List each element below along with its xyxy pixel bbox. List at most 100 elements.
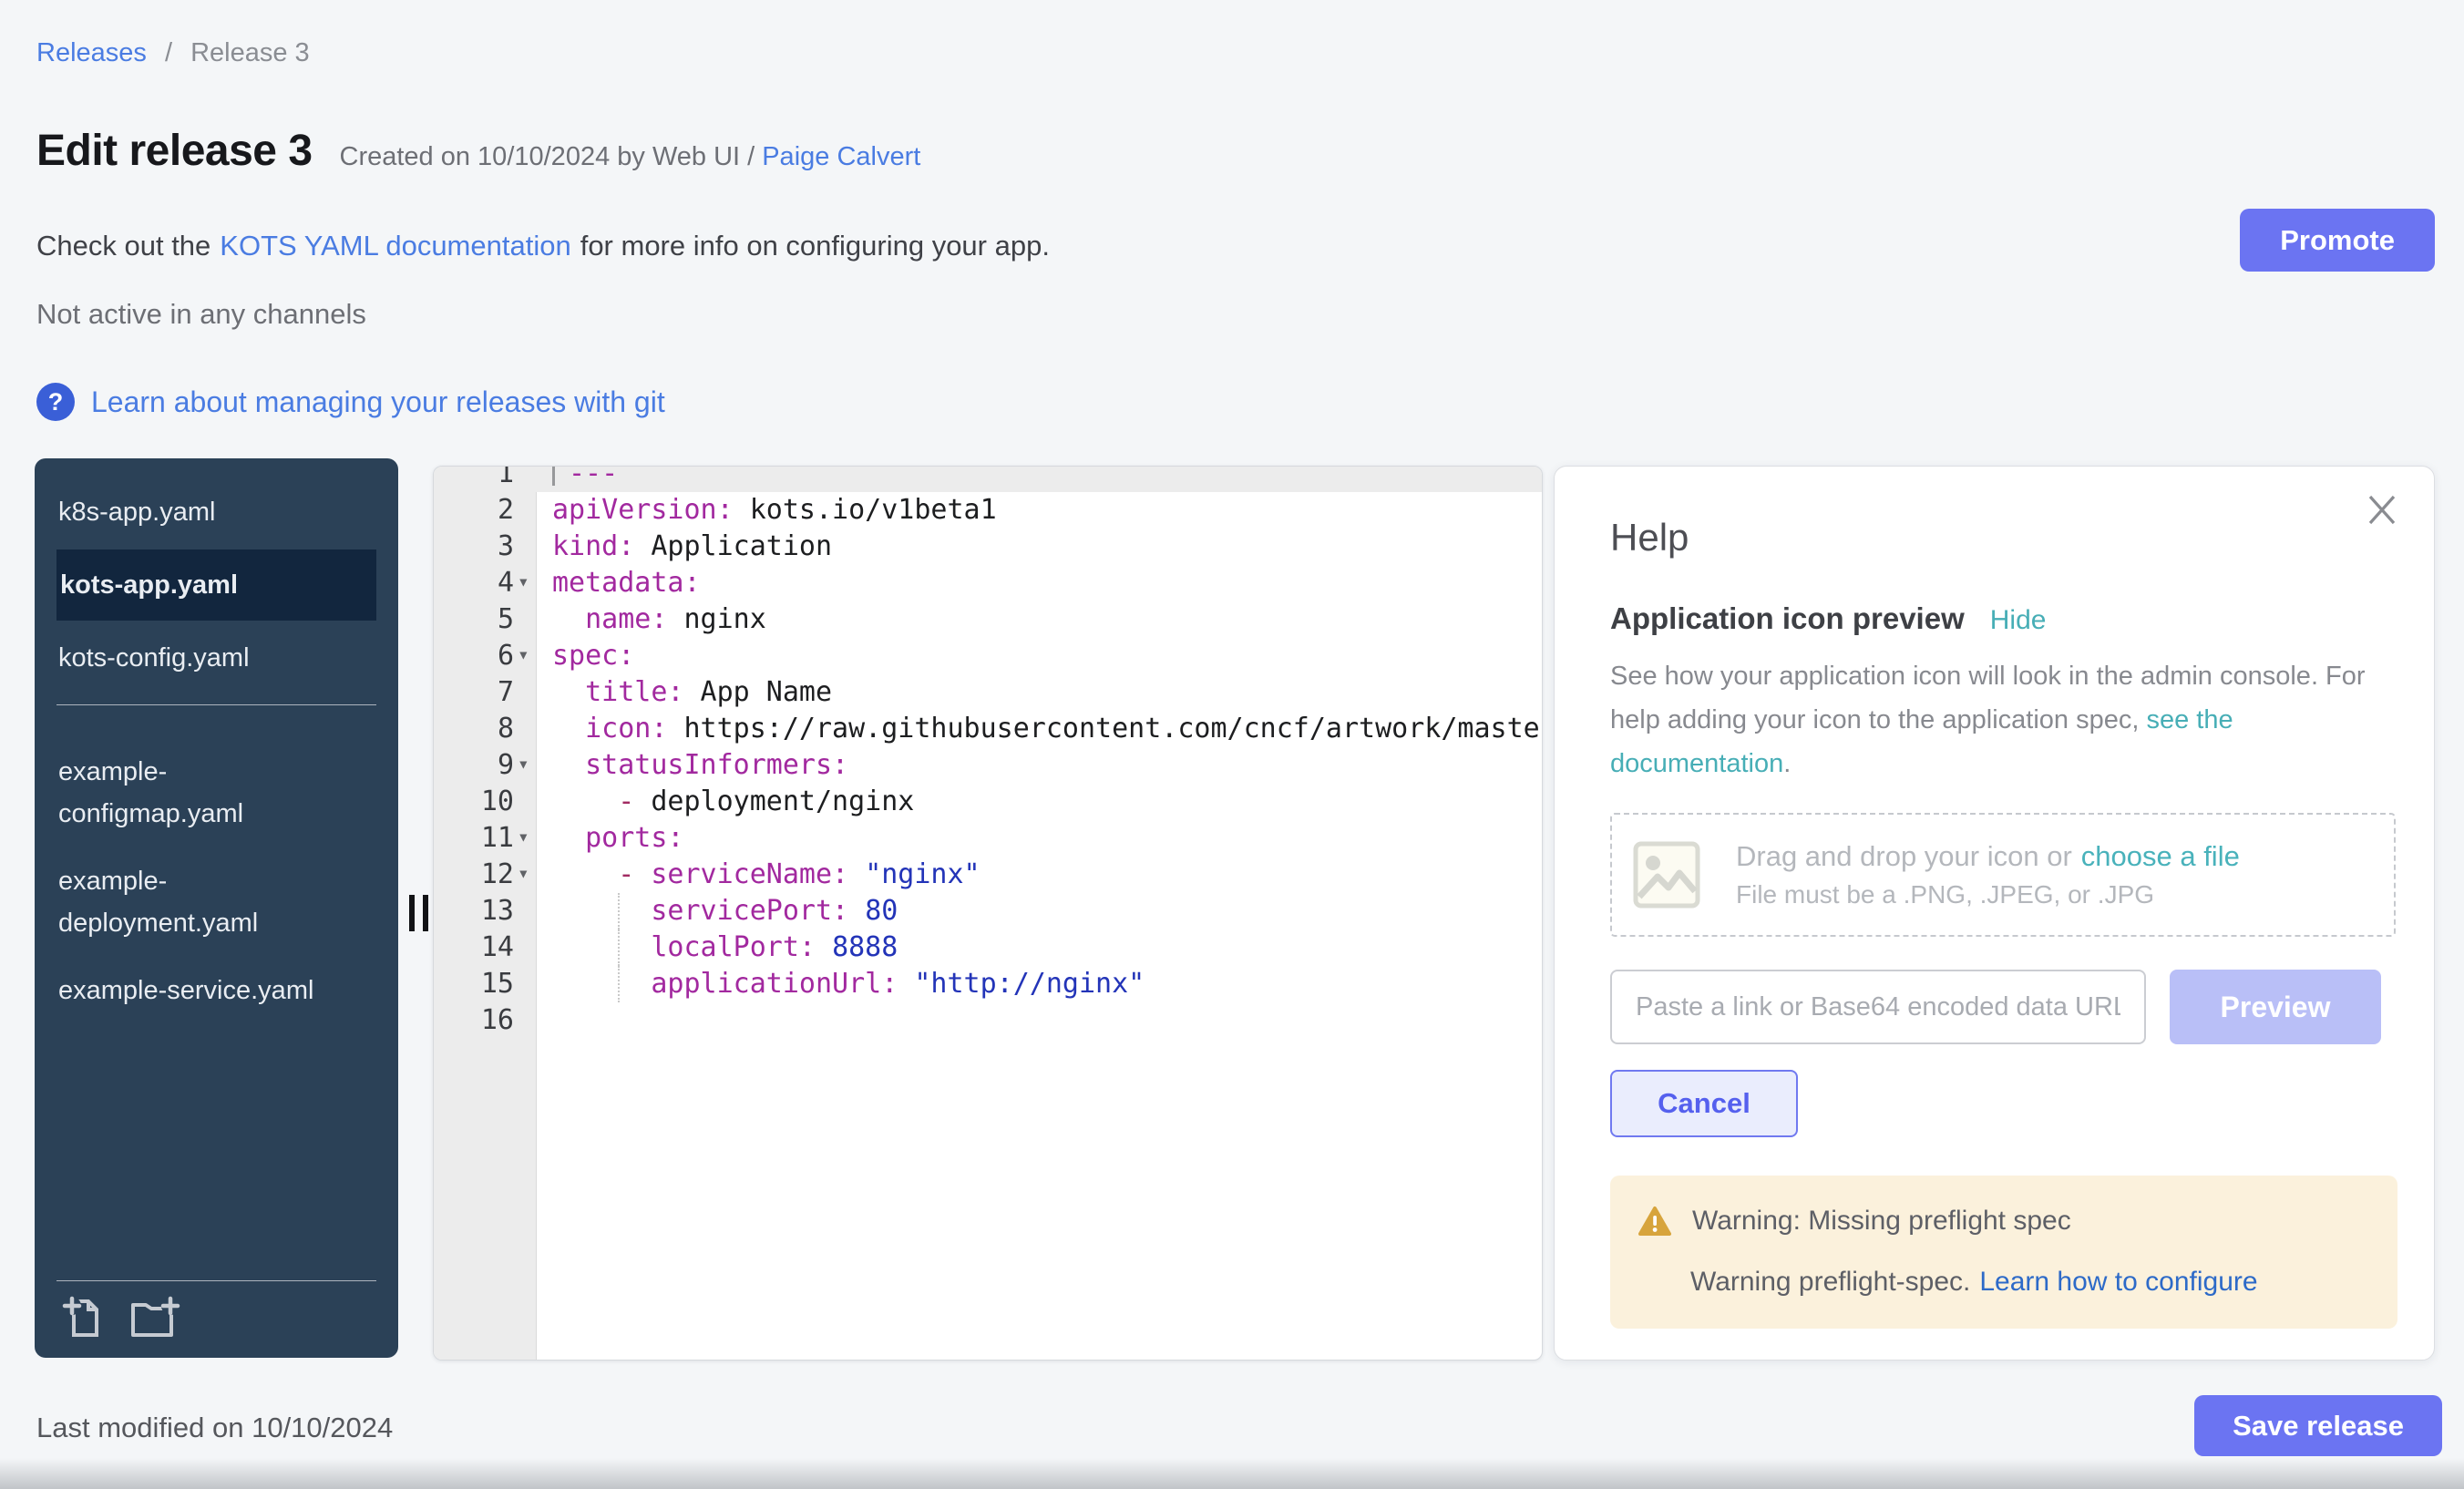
file-item-kots-config-yaml[interactable]: kots-config.yaml: [56, 624, 376, 692]
code-text: - serviceName: "nginx": [434, 857, 1542, 893]
code-line-4[interactable]: 4▾metadata:: [434, 565, 1542, 601]
code-text: localPort: 8888: [434, 929, 1542, 966]
viewport-bottom-shadow: [0, 1458, 2464, 1489]
help-title: Help: [1610, 516, 2396, 560]
dropzone-hint: File must be a .PNG, .JPEG, or .JPG: [1736, 880, 2240, 909]
page-title: Edit release 3: [36, 126, 313, 176]
line-number: 15: [434, 966, 514, 1002]
channel-status: Not active in any channels: [36, 298, 366, 331]
icon-dropzone[interactable]: Drag and drop your icon orchoose a file …: [1610, 813, 2396, 937]
file-tree-footer-divider: [56, 1280, 376, 1281]
code-line-5[interactable]: 5 name: nginx: [434, 601, 1542, 638]
file-item-label: kots-app.yaml: [60, 564, 238, 606]
icon-preview-title: Application icon preview: [1610, 601, 1965, 636]
code-line-1[interactable]: 1---: [434, 466, 1542, 492]
code-line-3[interactable]: 3kind: Application: [434, 529, 1542, 565]
file-tree-group-kots: k8s-app.yaml kots-app.yaml kots-config.yam…: [35, 458, 398, 692]
created-text: Created on 10/10/2024 by Web UI /: [340, 142, 755, 171]
file-item-k8s-app-yaml[interactable]: k8s-app.yaml: [56, 478, 376, 546]
line-number: 6: [434, 638, 514, 674]
file-item-example-service-yaml[interactable]: example-service.yaml: [56, 957, 376, 1024]
file-item-label: example-configmap.yaml: [58, 751, 341, 835]
warning-title: Warning: Missing preflight spec: [1692, 1206, 2071, 1237]
file-item-example-deployment-yaml[interactable]: example-deployment.yaml: [56, 847, 376, 957]
code-text: applicationUrl: "http://nginx": [434, 966, 1542, 1002]
git-help-row[interactable]: ? Learn about managing your releases wit…: [36, 383, 665, 421]
file-item-label: k8s-app.yaml: [58, 491, 215, 533]
file-tree-divider: [56, 704, 376, 705]
dropzone-text: Drag and drop your icon or: [1736, 840, 2072, 872]
promote-button[interactable]: Promote: [2240, 209, 2435, 272]
line-number: 11: [434, 820, 514, 857]
breadcrumb-separator: /: [165, 38, 172, 67]
question-icon: ?: [36, 383, 75, 421]
hide-link[interactable]: Hide: [1990, 605, 2047, 636]
line-number: 2: [434, 492, 514, 529]
file-tree-group-examples: example-configmap.yaml example-deployment…: [35, 718, 398, 1024]
file-item-kots-app-yaml[interactable]: kots-app.yaml: [56, 549, 376, 621]
code-line-12[interactable]: 12▾ - serviceName: "nginx": [434, 857, 1542, 893]
cancel-button[interactable]: Cancel: [1610, 1070, 1798, 1137]
code-text: title: App Name: [434, 674, 1542, 711]
code-text: - deployment/nginx: [434, 784, 1542, 820]
code-line-8[interactable]: 8 icon: https://raw.githubusercontent.co…: [434, 711, 1542, 747]
line-number: 1: [434, 466, 514, 492]
code-line-9[interactable]: 9▾ statusInformers:: [434, 747, 1542, 784]
code-line-16[interactable]: 16: [434, 1002, 1542, 1039]
fold-arrow-icon[interactable]: ▾: [518, 636, 529, 673]
fold-arrow-icon[interactable]: ▾: [518, 855, 529, 891]
file-item-label: example-service.yaml: [58, 970, 313, 1011]
help-description-period: .: [1783, 749, 1791, 778]
close-icon[interactable]: [2365, 492, 2399, 527]
new-folder-icon[interactable]: [129, 1296, 180, 1340]
help-description-text: See how your application icon will look …: [1610, 662, 2366, 734]
choose-file-link[interactable]: choose a file: [2081, 840, 2240, 872]
line-number: 4: [434, 565, 514, 601]
yaml-editor[interactable]: 1---2apiVersion: kots.io/v1beta13kind: A…: [433, 466, 1543, 1361]
warning-body: Warning preflight-spec.: [1690, 1267, 1970, 1297]
help-panel: Help Application icon preview Hide See h…: [1554, 466, 2435, 1361]
code-line-7[interactable]: 7 title: App Name: [434, 674, 1542, 711]
new-file-icon[interactable]: [62, 1296, 106, 1340]
line-number: 13: [434, 893, 514, 929]
code-text: servicePort: 80: [434, 893, 1542, 929]
line-number: 7: [434, 674, 514, 711]
text-cursor: [552, 466, 555, 486]
code-line-15[interactable]: 15 applicationUrl: "http://nginx": [434, 966, 1542, 1002]
git-releases-link[interactable]: Learn about managing your releases with …: [91, 385, 665, 419]
created-info: Created on 10/10/2024 by Web UI /Paige C…: [340, 142, 921, 172]
doc-suffix: for more info on configuring your app.: [580, 230, 1050, 262]
line-number: 8: [434, 711, 514, 747]
author-link[interactable]: Paige Calvert: [762, 142, 920, 171]
breadcrumb: Releases / Release 3: [36, 38, 310, 68]
save-release-button[interactable]: Save release: [2194, 1395, 2442, 1456]
code-line-10[interactable]: 10 - deployment/nginx: [434, 784, 1542, 820]
code-line-2[interactable]: 2apiVersion: kots.io/v1beta1: [434, 492, 1542, 529]
doc-info-line: Check out the KOTS YAML documentation for …: [36, 230, 1050, 262]
line-number: 12: [434, 857, 514, 893]
preview-button[interactable]: Preview: [2170, 970, 2381, 1044]
code-line-6[interactable]: 6▾spec:: [434, 638, 1542, 674]
help-description: See how your application icon will look …: [1610, 654, 2396, 786]
fold-arrow-icon[interactable]: ▾: [518, 563, 529, 600]
editor-code-area[interactable]: 1---2apiVersion: kots.io/v1beta13kind: A…: [434, 466, 1542, 1039]
fold-arrow-icon[interactable]: ▾: [518, 818, 529, 855]
title-row: Edit release 3 Created on 10/10/2024 by …: [36, 126, 920, 176]
tree-editor-resize-handle[interactable]: [409, 895, 428, 931]
line-number: 16: [434, 1002, 514, 1039]
kots-yaml-doc-link[interactable]: KOTS YAML documentation: [220, 230, 570, 262]
doc-prefix: Check out the: [36, 230, 210, 262]
line-number: 10: [434, 784, 514, 820]
code-text: spec:: [434, 638, 1542, 674]
indent-guide: [618, 929, 620, 966]
code-line-14[interactable]: 14 localPort: 8888: [434, 929, 1542, 966]
code-line-11[interactable]: 11▾ ports:: [434, 820, 1542, 857]
icon-url-input[interactable]: [1610, 970, 2146, 1044]
breadcrumb-releases-link[interactable]: Releases: [36, 38, 147, 67]
fold-arrow-icon[interactable]: ▾: [518, 745, 529, 782]
file-item-example-configmap-yaml[interactable]: example-configmap.yaml: [56, 738, 376, 847]
learn-configure-link[interactable]: Learn how to configure: [1979, 1267, 2257, 1297]
indent-guide: [618, 893, 620, 929]
code-line-13[interactable]: 13 servicePort: 80: [434, 893, 1542, 929]
line-number: 5: [434, 601, 514, 638]
